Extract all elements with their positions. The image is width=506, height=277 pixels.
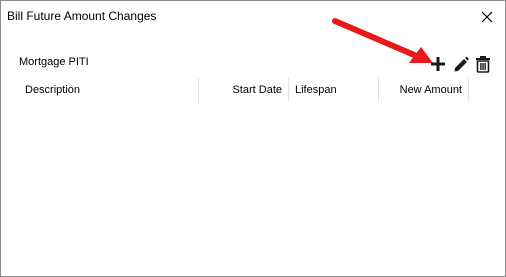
column-header-start-date[interactable]: Start Date (199, 78, 289, 102)
title-bar: Bill Future Amount Changes (1, 1, 505, 33)
delete-button[interactable] (474, 55, 492, 73)
grid-body[interactable] (19, 102, 471, 262)
bill-name-label: Mortgage PITI (19, 56, 89, 68)
add-icon (431, 57, 445, 71)
edit-pencil-icon (454, 56, 469, 72)
column-header-lifespan[interactable]: Lifespan (289, 78, 379, 102)
column-header-description[interactable]: Description (19, 78, 199, 102)
column-header-new-amount[interactable]: New Amount (379, 78, 469, 102)
grid-header: Description Start Date Lifespan New Amou… (19, 78, 471, 102)
close-icon (481, 11, 493, 23)
edit-button[interactable] (452, 55, 470, 73)
add-button[interactable] (429, 55, 447, 73)
delete-trash-icon (476, 56, 490, 73)
window-title: Bill Future Amount Changes (7, 9, 157, 23)
dialog-window: Bill Future Amount Changes Mortgage PITI (0, 0, 506, 277)
close-button[interactable] (471, 3, 503, 31)
